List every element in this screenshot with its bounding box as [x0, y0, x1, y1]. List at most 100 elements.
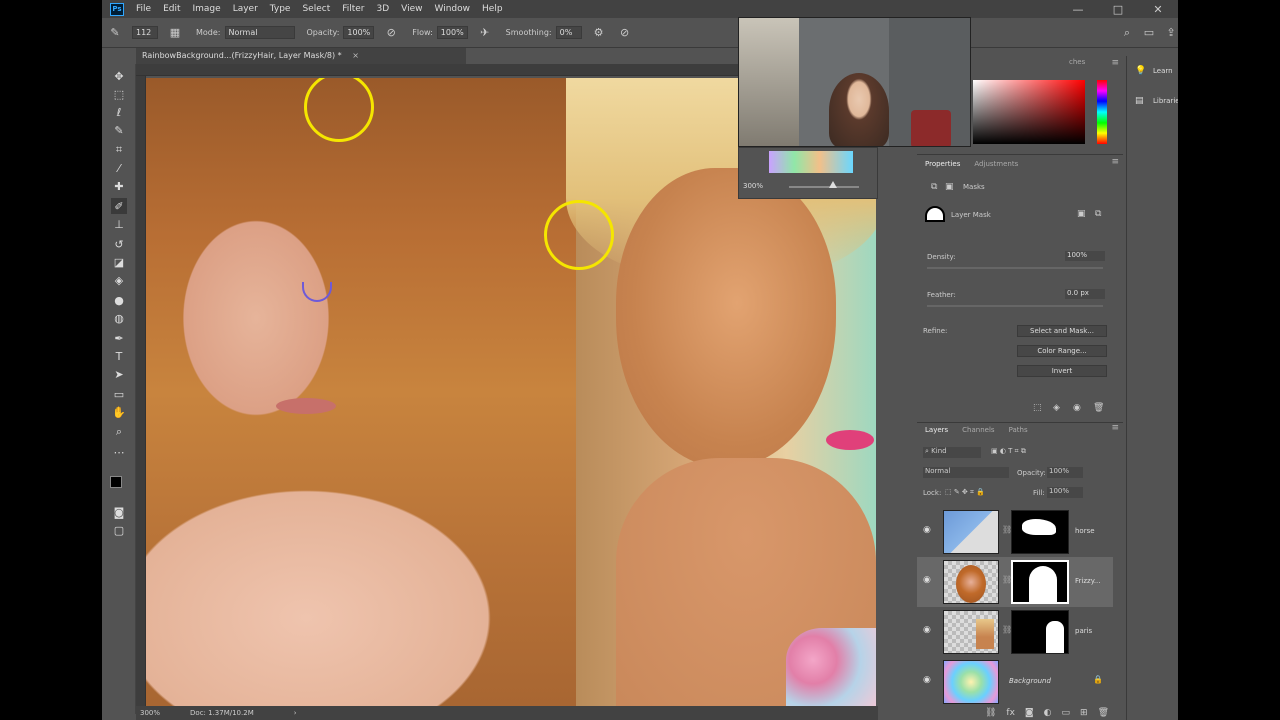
- move-tool-icon[interactable]: ✥: [111, 68, 127, 84]
- layer-row-frizzy[interactable]: ◉ ⛓ Frizzy...: [917, 557, 1113, 607]
- menu-3d[interactable]: 3D: [377, 4, 390, 14]
- tab-adjustments[interactable]: Adjustments: [974, 160, 1018, 168]
- tab-channels[interactable]: Channels: [962, 426, 994, 434]
- more-tools-icon[interactable]: ⋯: [111, 444, 127, 460]
- flow-field[interactable]: 100%: [436, 26, 468, 39]
- disable-mask-eye-icon[interactable]: ◉: [1073, 403, 1081, 413]
- menu-select[interactable]: Select: [302, 4, 330, 14]
- layer-name[interactable]: Background: [1009, 677, 1051, 685]
- tab-layers[interactable]: Layers: [925, 426, 948, 434]
- search-icon[interactable]: ⌕: [1120, 26, 1134, 40]
- libraries-panel-button[interactable]: ▤ Libraries: [1135, 96, 1178, 106]
- pressure-size-icon[interactable]: ⊘: [618, 26, 632, 40]
- smoothing-settings-gear-icon[interactable]: ⚙: [592, 26, 606, 40]
- smoothing-field[interactable]: 0%: [555, 26, 582, 39]
- tab-paths[interactable]: Paths: [1009, 426, 1028, 434]
- vector-mask-icon[interactable]: ▣: [945, 182, 954, 192]
- rectangle-tool-icon[interactable]: ▭: [111, 386, 127, 402]
- zoom-tool-icon[interactable]: ⌕: [111, 424, 127, 440]
- mode-select[interactable]: Normal: [224, 26, 295, 39]
- type-tool-icon[interactable]: T: [111, 348, 127, 364]
- navigator-thumbnail[interactable]: [769, 151, 853, 173]
- dodge-tool-icon[interactable]: ◍: [111, 310, 127, 326]
- layer-row-horse[interactable]: ◉ ⛓ horse: [917, 507, 1113, 557]
- feather-field[interactable]: 0.0 px: [1065, 289, 1105, 299]
- menu-type[interactable]: Type: [270, 4, 291, 14]
- menu-edit[interactable]: Edit: [163, 4, 180, 14]
- link-layers-icon[interactable]: ⛓: [985, 708, 996, 718]
- foreground-color-swatch[interactable]: [110, 476, 122, 488]
- new-group-folder-icon[interactable]: ▭: [1062, 708, 1071, 718]
- new-layer-icon[interactable]: ⊞: [1080, 708, 1088, 718]
- close-button[interactable]: ✕: [1138, 0, 1178, 18]
- airbrush-icon[interactable]: ✈: [478, 26, 492, 40]
- layer-name[interactable]: horse: [1075, 527, 1095, 535]
- load-selection-icon[interactable]: ⬚: [1033, 403, 1042, 413]
- feather-slider[interactable]: [927, 305, 1103, 307]
- history-brush-tool-icon[interactable]: ↺: [111, 236, 127, 252]
- navigator-zoom[interactable]: 300%: [743, 182, 763, 190]
- marquee-tool-icon[interactable]: ⬚: [111, 86, 127, 102]
- pressure-opacity-icon[interactable]: ⊘: [384, 26, 398, 40]
- visibility-eye-icon[interactable]: ◉: [923, 625, 931, 635]
- close-document-icon[interactable]: ×: [352, 51, 359, 60]
- density-slider[interactable]: [927, 267, 1103, 269]
- layer-name[interactable]: paris: [1075, 627, 1092, 635]
- layer-name[interactable]: Frizzy...: [1075, 577, 1101, 585]
- add-mask-icon[interactable]: ◙: [1025, 708, 1034, 718]
- brush-tool-icon[interactable]: ✐: [111, 198, 127, 214]
- document-tab[interactable]: RainbowBackground...(FrizzyHair, Layer M…: [136, 48, 466, 64]
- pen-tool-icon[interactable]: ✒: [111, 330, 127, 346]
- layer-opacity-field[interactable]: 100%: [1047, 467, 1083, 478]
- crop-tool-icon[interactable]: ⌗: [111, 142, 127, 158]
- eraser-tool-icon[interactable]: ◪: [111, 254, 127, 270]
- layer-row-background[interactable]: ◉ Background 🔒: [917, 657, 1113, 707]
- tab-properties[interactable]: Properties: [925, 160, 960, 168]
- healing-brush-tool-icon[interactable]: ✚: [111, 178, 127, 194]
- opacity-field[interactable]: 100%: [343, 26, 375, 39]
- add-vector-mask-icon[interactable]: ⧉: [1095, 209, 1101, 219]
- hue-slider[interactable]: [1097, 80, 1107, 144]
- invert-button[interactable]: Invert: [1017, 365, 1107, 377]
- menu-window[interactable]: Window: [435, 4, 471, 14]
- quick-select-tool-icon[interactable]: ✎: [111, 122, 127, 138]
- menu-file[interactable]: File: [136, 4, 151, 14]
- delete-layer-trash-icon[interactable]: 🗑: [1098, 708, 1109, 718]
- brush-size-field[interactable]: 112: [132, 26, 158, 39]
- filter-icons[interactable]: ▣ ◐ T ⌗ ⧉: [991, 447, 1026, 456]
- properties-menu-icon[interactable]: ≡: [1111, 157, 1119, 167]
- navigator-zoom-knob[interactable]: [829, 181, 837, 188]
- hand-tool-icon[interactable]: ✋: [111, 404, 127, 420]
- density-field[interactable]: 100%: [1065, 251, 1105, 261]
- layer-style-fx-icon[interactable]: fx: [1006, 708, 1015, 718]
- pixel-mask-icon[interactable]: ⧉: [931, 182, 937, 192]
- brush-settings-icon[interactable]: ▦: [168, 26, 182, 40]
- status-menu-arrow-icon[interactable]: ›: [294, 709, 297, 717]
- delete-mask-trash-icon[interactable]: 🗑: [1093, 403, 1104, 413]
- eyedropper-tool-icon[interactable]: ⁄: [111, 160, 127, 176]
- visibility-eye-icon[interactable]: ◉: [923, 575, 931, 585]
- menu-filter[interactable]: Filter: [342, 4, 364, 14]
- visibility-eye-icon[interactable]: ◉: [923, 675, 931, 685]
- blend-mode-select[interactable]: Normal: [923, 467, 1009, 478]
- menu-image[interactable]: Image: [193, 4, 221, 14]
- lasso-tool-icon[interactable]: ℓ: [111, 104, 127, 120]
- maximize-button[interactable]: □: [1098, 0, 1138, 18]
- quick-mask-icon[interactable]: ◙: [111, 504, 127, 520]
- screen-mode-icon[interactable]: ▢: [111, 522, 127, 538]
- color-range-button[interactable]: Color Range...: [1017, 345, 1107, 357]
- layer-filter-kind-select[interactable]: ⌕ Kind: [923, 447, 981, 458]
- color-panel-menu-icon[interactable]: ≡: [1111, 58, 1119, 68]
- clone-stamp-tool-icon[interactable]: ⊥: [111, 216, 127, 232]
- adjustment-layer-icon[interactable]: ◐: [1044, 708, 1052, 718]
- zoom-level[interactable]: 300%: [140, 709, 160, 717]
- fill-field[interactable]: 100%: [1047, 487, 1083, 498]
- layer-row-paris[interactable]: ◉ ⛓ paris: [917, 607, 1113, 657]
- paint-bucket-tool-icon[interactable]: ◈: [111, 272, 127, 288]
- select-pixel-mask-icon[interactable]: ▣: [1077, 209, 1086, 219]
- swatches-tab[interactable]: ches: [1069, 58, 1085, 66]
- visibility-eye-icon[interactable]: ◉: [923, 525, 931, 535]
- minimize-button[interactable]: —: [1058, 0, 1098, 18]
- brush-tool-preset-icon[interactable]: ✎: [108, 26, 122, 40]
- menu-help[interactable]: Help: [482, 4, 503, 14]
